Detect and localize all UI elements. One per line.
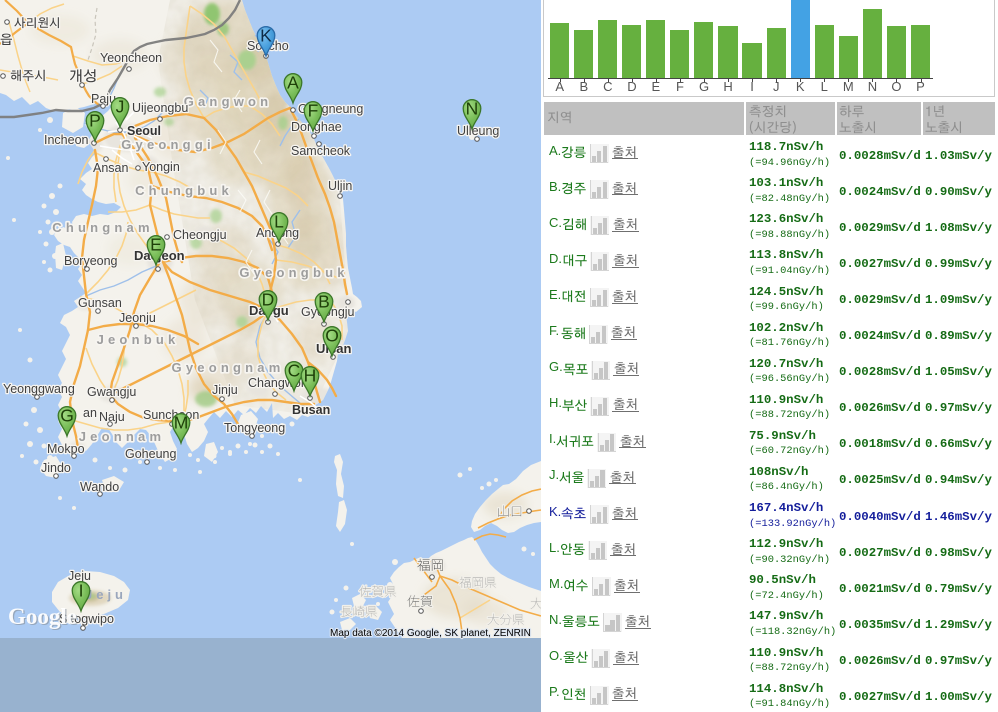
svg-text:Jindo: Jindo — [41, 461, 71, 475]
svg-text:Yeonggwang: Yeonggwang — [3, 382, 75, 396]
svg-text:Map data ©2014 Google, SK plan: Map data ©2014 Google, SK planet, ZENRIN — [330, 628, 531, 639]
svg-text:F: F — [308, 101, 319, 121]
svg-text:Seoul: Seoul — [127, 124, 161, 138]
svg-text:Jeonbuk: Jeonbuk — [97, 332, 180, 347]
svg-text:Busan: Busan — [292, 403, 330, 417]
svg-text:Uijeongbu: Uijeongbu — [132, 101, 188, 115]
svg-text:Naju: Naju — [99, 410, 125, 424]
svg-text:G: G — [60, 406, 74, 426]
svg-text:Suncheon: Suncheon — [143, 408, 199, 422]
svg-text:Jeonju: Jeonju — [119, 311, 156, 325]
svg-text:C: C — [288, 361, 301, 381]
svg-text:H: H — [304, 366, 317, 386]
svg-text:Yongin: Yongin — [142, 160, 180, 174]
svg-text:Jeju: Jeju — [85, 587, 127, 602]
svg-text:E: E — [150, 235, 162, 255]
svg-text:J: J — [116, 97, 125, 117]
svg-text:Gwangju: Gwangju — [87, 385, 136, 399]
svg-text:Gunsan: Gunsan — [78, 296, 122, 310]
svg-text:D: D — [262, 290, 275, 310]
svg-text:K: K — [260, 26, 272, 46]
svg-text:N: N — [466, 99, 479, 119]
svg-text:an: an — [83, 406, 97, 420]
svg-text:Google: Google — [8, 604, 77, 629]
svg-text:B: B — [318, 292, 330, 312]
svg-text:P: P — [89, 111, 101, 131]
svg-text:Yeoncheon: Yeoncheon — [100, 51, 162, 65]
svg-text:Goheung: Goheung — [125, 447, 176, 461]
svg-text:I: I — [79, 581, 84, 601]
svg-text:Incheon: Incheon — [44, 133, 89, 147]
svg-text:Tongyeong: Tongyeong — [224, 421, 285, 435]
svg-text:L: L — [274, 212, 284, 232]
svg-text:A: A — [287, 73, 299, 93]
svg-text:Samcheok: Samcheok — [291, 144, 351, 158]
svg-text:Uljin: Uljin — [328, 179, 352, 193]
svg-text:Gyeongbuk: Gyeongbuk — [239, 265, 348, 280]
svg-text:M: M — [174, 413, 189, 433]
svg-text:Ansan: Ansan — [93, 161, 128, 175]
svg-text:Boryeong: Boryeong — [64, 254, 118, 268]
svg-text:Gangwon: Gangwon — [184, 94, 273, 109]
svg-text:Chungbuk: Chungbuk — [135, 183, 233, 198]
svg-text:Mokpo: Mokpo — [47, 442, 85, 456]
svg-text:Gyeongnam: Gyeongnam — [172, 360, 285, 375]
svg-text:Ulleung: Ulleung — [457, 124, 499, 138]
svg-text:Chungnam: Chungnam — [52, 220, 153, 235]
svg-text:Gyeonggi: Gyeonggi — [121, 137, 215, 152]
svg-text:Jeonnam: Jeonnam — [79, 429, 165, 444]
svg-text:Cheongju: Cheongju — [173, 228, 227, 242]
svg-text:O: O — [325, 326, 339, 346]
svg-text:Jinju: Jinju — [212, 383, 238, 397]
